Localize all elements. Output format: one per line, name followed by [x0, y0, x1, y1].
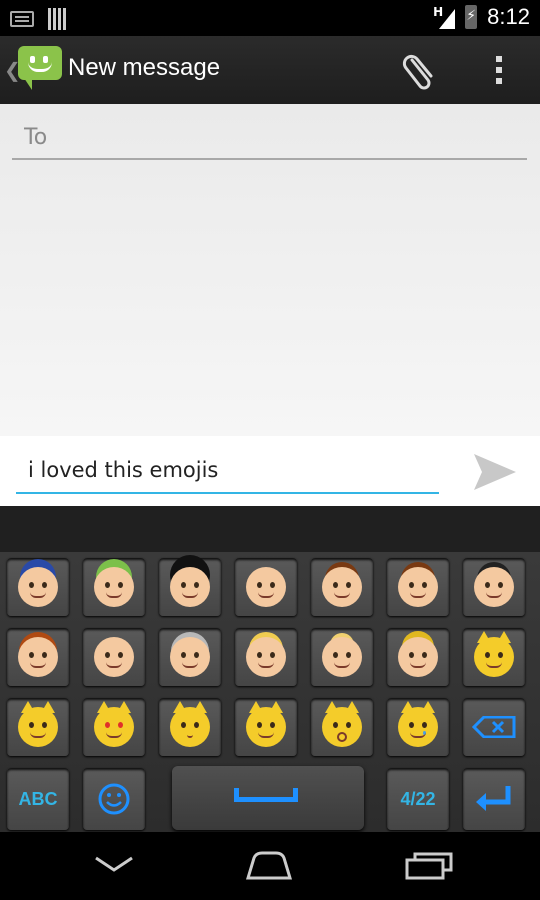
baby-emoji	[246, 567, 286, 607]
key-smiley-cat[interactable]	[463, 628, 525, 686]
key-baby[interactable]	[235, 558, 297, 616]
person-blond-hair-emoji	[246, 637, 286, 677]
space-icon	[234, 788, 298, 802]
action-bar: ❮ New message	[0, 36, 540, 106]
compose-area	[0, 104, 540, 436]
home-icon[interactable]	[244, 850, 294, 880]
key-girl[interactable]	[387, 558, 449, 616]
recent-apps-icon[interactable]	[404, 850, 454, 880]
messaging-app-icon[interactable]	[18, 46, 62, 90]
backspace-icon	[472, 716, 516, 738]
smile-cat-emoji	[18, 701, 58, 747]
princess-emoji	[398, 637, 438, 677]
girl-emoji	[398, 567, 438, 607]
key-scream-cat[interactable]	[311, 698, 373, 756]
key-person-blond-hair[interactable]	[235, 628, 297, 686]
key-boy[interactable]	[311, 558, 373, 616]
space-key[interactable]	[172, 766, 364, 830]
key-smirk-cat[interactable]	[235, 698, 297, 756]
page-indicator: 4/22	[400, 788, 436, 809]
battery-charging-icon	[465, 5, 478, 29]
recipient-field[interactable]	[12, 116, 527, 160]
page-title: New message	[68, 54, 221, 81]
status-bar: H 8:12	[0, 0, 540, 36]
man-emoji	[474, 567, 514, 607]
backspace-key[interactable]	[463, 698, 525, 756]
paperclip-icon[interactable]	[400, 50, 440, 90]
older-man-emoji	[94, 637, 134, 677]
to-input[interactable]	[12, 116, 527, 158]
back-icon[interactable]	[92, 850, 136, 880]
older-woman-emoji	[170, 637, 210, 677]
signal-icon: H	[433, 5, 456, 29]
navigation-bar	[0, 832, 540, 900]
key-woman[interactable]	[7, 628, 69, 686]
key-older-woman[interactable]	[159, 628, 221, 686]
keyboard-top-bar	[0, 506, 540, 552]
overflow-menu-icon[interactable]	[484, 52, 514, 90]
key-angel[interactable]	[311, 628, 373, 686]
construction-worker-emoji	[94, 567, 134, 607]
smiley-outline-icon	[98, 783, 130, 815]
woman-emoji	[18, 637, 58, 677]
page-indicator-key[interactable]: 4/22	[387, 768, 449, 830]
key-man[interactable]	[463, 558, 525, 616]
message-input[interactable]: i loved this emojis	[16, 450, 439, 494]
key-guardsman[interactable]	[159, 558, 221, 616]
smiley-cat-emoji	[474, 631, 514, 677]
boy-emoji	[322, 567, 362, 607]
enter-key[interactable]	[463, 768, 525, 830]
emoji-keyboard: ABC 4/22	[0, 552, 540, 832]
key-heart-eyes-cat[interactable]	[83, 698, 145, 756]
send-arrow-icon[interactable]	[470, 450, 518, 494]
key-princess[interactable]	[387, 628, 449, 686]
heart-eyes-cat-emoji	[94, 701, 134, 747]
key-older-man[interactable]	[83, 628, 145, 686]
key-police-officer[interactable]	[7, 558, 69, 616]
keyboard-icon	[10, 11, 34, 27]
barcode-icon	[48, 8, 68, 30]
key-smile-cat[interactable]	[7, 698, 69, 756]
guardsman-emoji	[170, 567, 210, 607]
message-text: i loved this emojis	[28, 458, 219, 482]
crying-cat-emoji	[398, 701, 438, 747]
abc-key[interactable]: ABC	[7, 768, 69, 830]
smirk-cat-emoji	[246, 701, 286, 747]
key-kissing-cat[interactable]	[159, 698, 221, 756]
key-crying-cat[interactable]	[387, 698, 449, 756]
angel-emoji	[322, 637, 362, 677]
message-bar: i loved this emojis	[0, 436, 540, 506]
key-construction-worker[interactable]	[83, 558, 145, 616]
abc-label: ABC	[18, 788, 58, 809]
scream-cat-emoji	[322, 701, 362, 747]
enter-icon	[476, 786, 511, 811]
clock: 8:12	[487, 4, 530, 29]
police-officer-emoji	[18, 567, 58, 607]
emoji-toggle-key[interactable]	[83, 768, 145, 830]
kissing-cat-emoji	[170, 701, 210, 747]
